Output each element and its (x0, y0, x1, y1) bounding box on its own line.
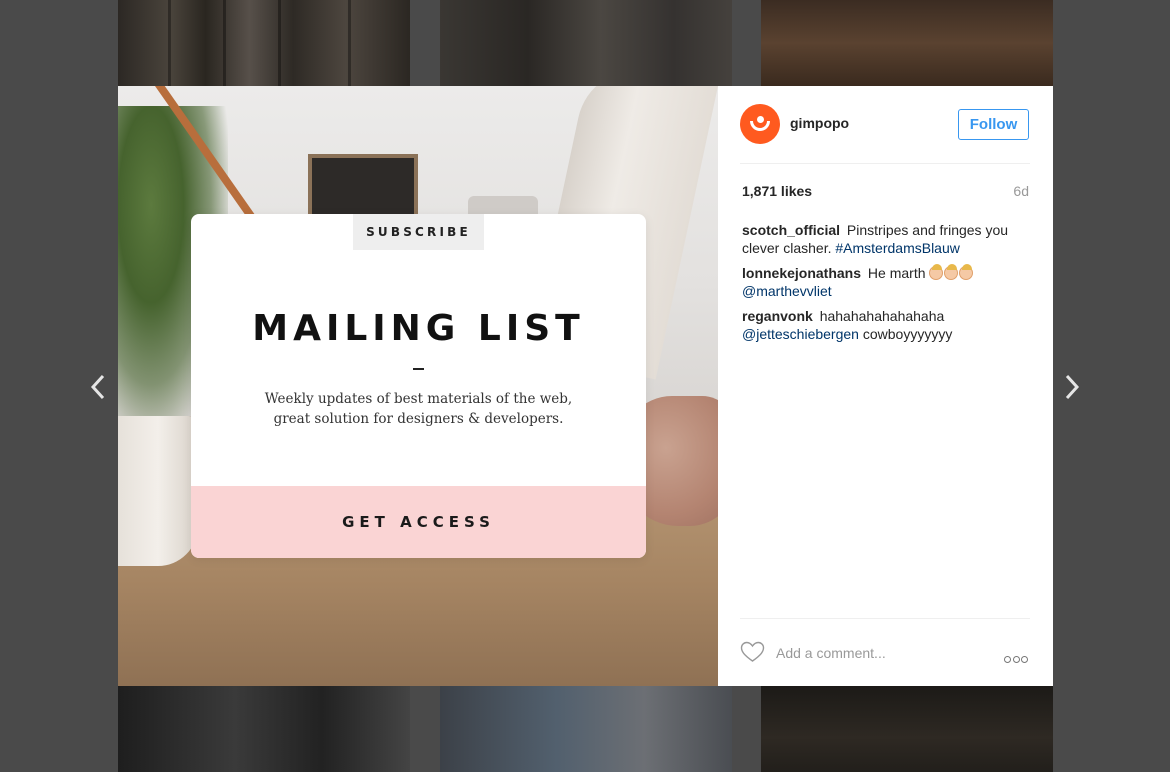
comment-author[interactable]: lonnekejonathans (742, 265, 861, 281)
grid-thumbnail[interactable] (761, 686, 1053, 772)
comment-list: scotch_official Pinstripes and fringes y… (742, 221, 1029, 350)
username[interactable]: gimpopo (790, 115, 849, 131)
post-sidebar: gimpopo Follow 1,871 likes 6d scotch_off… (718, 86, 1053, 686)
mention-link[interactable]: @jetteschiebergen (742, 326, 859, 342)
grid-thumbnail[interactable] (761, 0, 1053, 86)
grid-thumbnail[interactable] (118, 686, 410, 772)
comment-footer (740, 618, 1030, 686)
comment-text: He marth (867, 265, 926, 281)
comment: reganvonk hahahahahahahaha @jetteschiebe… (742, 307, 1029, 343)
avatar[interactable] (740, 104, 780, 144)
comment: lonnekejonathans He marth @marthevvliet (742, 264, 1029, 300)
heart-icon[interactable] (740, 641, 765, 663)
post-header: gimpopo Follow (740, 104, 1030, 164)
comment-author[interactable]: reganvonk (742, 308, 813, 324)
mention-link[interactable]: @marthevvliet (742, 283, 832, 299)
likes-count[interactable]: 1,871 likes (742, 183, 812, 199)
mailing-list-card: SUBSCRIBE MAILING LIST Weekly updates of… (191, 214, 646, 558)
comment-text: cowboyyyyyyy (862, 326, 953, 342)
title-divider (413, 368, 424, 370)
emoji-icon (929, 264, 974, 281)
post-age[interactable]: 6d (1013, 183, 1029, 199)
subscribe-tag: SUBSCRIBE (353, 214, 484, 250)
chevron-right-icon[interactable] (1060, 372, 1084, 402)
grid-thumbnail[interactable] (118, 0, 410, 86)
comment-input[interactable] (776, 643, 976, 663)
chevron-left-icon[interactable] (86, 372, 110, 402)
comment: scotch_official Pinstripes and fringes y… (742, 221, 1029, 257)
mailing-list-description: Weekly updates of best materials of the … (231, 389, 606, 429)
comment-text: hahahahahahahaha (819, 308, 945, 324)
mailing-list-title: MAILING LIST (252, 308, 585, 349)
follow-button[interactable]: Follow (958, 109, 1029, 140)
description-line: Weekly updates of best materials of the … (264, 391, 573, 407)
comment-author[interactable]: scotch_official (742, 222, 840, 238)
description-line: great solution for designers & developer… (273, 411, 564, 427)
more-options-icon[interactable] (1004, 650, 1030, 663)
grid-thumbnail[interactable] (440, 686, 732, 772)
get-access-button[interactable]: GET ACCESS (191, 486, 646, 558)
grid-thumbnail[interactable] (440, 0, 732, 86)
likes-row: 1,871 likes 6d (742, 183, 1029, 203)
hashtag-link[interactable]: #AmsterdamsBlauw (835, 240, 960, 256)
